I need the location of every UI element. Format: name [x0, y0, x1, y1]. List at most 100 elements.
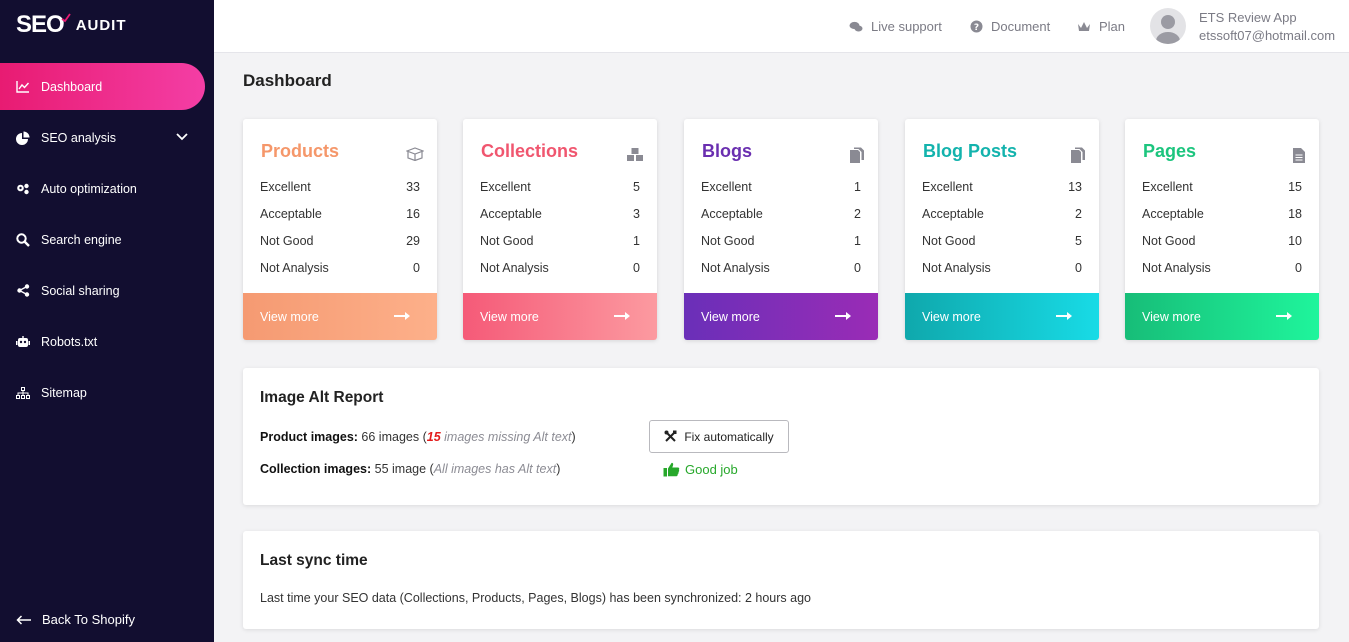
last-sync-panel: Last sync time Last time your SEO data (…: [243, 531, 1319, 629]
stat-value: 0: [633, 261, 640, 275]
sidebar-item-auto-optimization[interactable]: Auto optimization: [0, 165, 214, 212]
blog-posts-view-more-button[interactable]: View more: [905, 293, 1099, 340]
stat-row-acceptable: Acceptable 2: [922, 207, 1082, 221]
question-circle-icon: ?: [970, 20, 983, 33]
sidebar: SEO AUDIT Dashboard SEO analysis Auto op…: [0, 0, 214, 642]
stat-value: 10: [1288, 234, 1302, 248]
stat-label: Excellent: [922, 180, 973, 194]
robot-icon: [16, 335, 30, 349]
back-to-shopify-label: Back To Shopify: [42, 612, 135, 627]
card-title: Products: [261, 141, 340, 161]
stat-row-not-good: Not Good 10: [1142, 234, 1302, 248]
stat-value: 0: [1075, 261, 1082, 275]
stat-row-excellent: Excellent 13: [922, 180, 1082, 194]
arrow-right-icon: [614, 310, 631, 324]
top-header: Live support ? Document Plan ETS Review …: [214, 0, 1349, 53]
arrow-right-icon: [1276, 310, 1293, 324]
stat-value: 33: [406, 180, 420, 194]
user-avatar[interactable]: [1150, 8, 1186, 44]
stat-row-not-good: Not Good 5: [922, 234, 1082, 248]
user-email: etssoft07@hotmail.com: [1199, 28, 1336, 43]
stat-value: 16: [406, 207, 420, 221]
stat-row-excellent: Excellent 1: [701, 180, 861, 194]
fix-automatically-label: Fix automatically: [684, 429, 774, 444]
pages-view-more-button[interactable]: View more: [1125, 293, 1319, 340]
copy-icon: [849, 147, 865, 169]
products-view-more-button[interactable]: View more: [243, 293, 437, 340]
stat-row-not-analysis: Not Analysis 0: [1142, 261, 1302, 275]
products-card: Products Excellent 33 Acceptable 16 Not Go…: [243, 119, 437, 340]
stat-value: 29: [406, 234, 420, 248]
stat-row-not-analysis: Not Analysis 0: [480, 261, 640, 275]
chat-icon: [849, 21, 863, 33]
last-sync-title: Last sync time: [260, 552, 368, 569]
boxes-icon: [626, 147, 644, 167]
stat-value: 5: [1075, 234, 1082, 248]
stat-value: 3: [633, 207, 640, 221]
stat-row-acceptable: Acceptable 18: [1142, 207, 1302, 221]
thumbs-up-icon: [663, 462, 680, 477]
card-title: Collections: [481, 141, 579, 161]
card-title: Blogs: [702, 141, 753, 161]
stat-label: Acceptable: [701, 207, 763, 221]
sidebar-item-social-sharing[interactable]: Social sharing: [0, 267, 214, 314]
sidebar-item-label: Sitemap: [41, 385, 87, 400]
gears-icon: [16, 182, 30, 196]
view-more-label: View more: [701, 309, 760, 324]
arrow-right-icon: [394, 310, 411, 324]
collections-view-more-button[interactable]: View more: [463, 293, 657, 340]
image-alt-report-title: Image Alt Report: [260, 389, 384, 406]
stat-value: 1: [633, 234, 640, 248]
blogs-view-more-button[interactable]: View more: [684, 293, 878, 340]
stat-row-not-good: Not Good 29: [260, 234, 420, 248]
sidebar-item-robots[interactable]: Robots.txt: [0, 318, 214, 365]
collections-card: Collections Excellent 5 Acceptable 3 Not G…: [463, 119, 657, 340]
page-title: Dashboard: [243, 71, 332, 90]
view-more-label: View more: [260, 309, 319, 324]
stat-label: Acceptable: [922, 207, 984, 221]
stat-value: 1: [854, 180, 861, 194]
stat-value: 2: [854, 207, 861, 221]
stat-row-not-analysis: Not Analysis 0: [922, 261, 1082, 275]
stat-value: 0: [1295, 261, 1302, 275]
user-name[interactable]: ETS Review App: [1199, 10, 1297, 25]
collection-alt-note: All images has Alt text: [433, 462, 557, 476]
sidebar-item-search-engine[interactable]: Search engine: [0, 216, 214, 263]
stat-label: Acceptable: [1142, 207, 1204, 221]
svg-text:?: ?: [974, 23, 979, 33]
stat-row-acceptable: Acceptable 2: [701, 207, 861, 221]
view-more-label: View more: [922, 309, 981, 324]
sidebar-item-dashboard[interactable]: Dashboard: [0, 63, 205, 110]
stat-label: Not Good: [260, 234, 314, 248]
card-title: Pages: [1143, 141, 1197, 161]
pages-card: Pages Excellent 15 Acceptable 18 Not Good 1…: [1125, 119, 1319, 340]
stat-value: 15: [1288, 180, 1302, 194]
app-logo[interactable]: SEO AUDIT: [16, 10, 127, 40]
stat-label: Excellent: [1142, 180, 1193, 194]
document-link[interactable]: ? Document: [970, 19, 1050, 34]
sidebar-item-sitemap[interactable]: Sitemap: [0, 369, 214, 416]
stat-label: Not Good: [480, 234, 534, 248]
chevron-down-icon[interactable]: [176, 130, 188, 144]
live-support-link[interactable]: Live support: [849, 19, 942, 34]
document-label: Document: [991, 19, 1051, 34]
back-to-shopify-link[interactable]: Back To Shopify: [16, 612, 135, 627]
good-job-label: Good job: [685, 462, 738, 477]
copy-icon: [1070, 147, 1086, 169]
image-alt-report-panel: Image Alt Report Product images: 66 imag…: [243, 368, 1319, 505]
search-icon: [16, 232, 30, 247]
sidebar-item-seo-analysis[interactable]: SEO analysis: [0, 114, 214, 161]
sitemap-icon: [16, 386, 30, 400]
stat-value: 13: [1068, 180, 1082, 194]
stat-row-acceptable: Acceptable 16: [260, 207, 420, 221]
plan-link[interactable]: Plan: [1077, 19, 1125, 34]
stat-label: Excellent: [260, 180, 311, 194]
missing-alt-count: 15: [426, 430, 441, 444]
box-icon: [405, 147, 425, 166]
stat-value: 2: [1075, 207, 1082, 221]
stat-label: Not Analysis: [480, 261, 549, 275]
fix-automatically-button[interactable]: Fix automatically: [649, 420, 789, 453]
stat-label: Not Analysis: [260, 261, 329, 275]
stat-label: Acceptable: [480, 207, 542, 221]
logo-seo-text: SEO: [16, 11, 65, 38]
